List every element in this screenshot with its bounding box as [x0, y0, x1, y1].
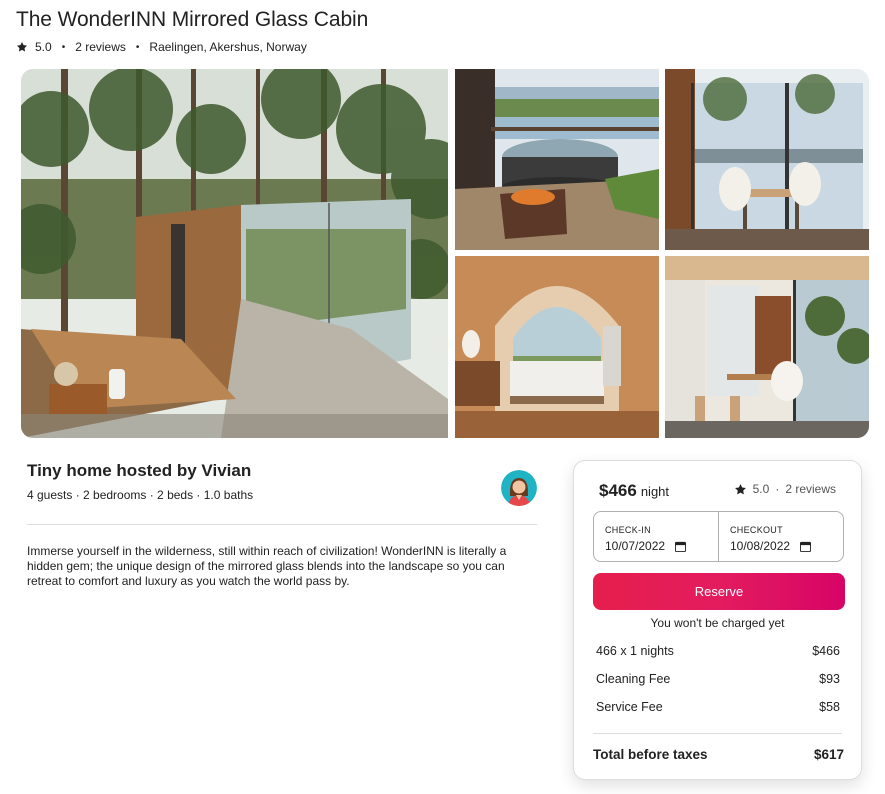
card-rating: 5.0 · 2 reviews	[734, 482, 836, 496]
photo-kitchen[interactable]	[665, 256, 869, 438]
checkin-label: CHECK-IN	[605, 525, 651, 535]
host-title: Tiny home hosted by Vivian	[27, 461, 252, 480]
price-amount: $466	[599, 481, 637, 500]
line-amount: $466	[812, 644, 840, 658]
separator-dot: ·	[775, 482, 780, 496]
total-row: Total before taxes $617	[593, 747, 844, 762]
nightly-price: $466 night	[599, 481, 669, 501]
separator-dot: •	[61, 41, 66, 53]
reserve-button[interactable]: Reserve	[593, 573, 845, 610]
date-picker: CHECK-IN 10/07/2022 CHECKOUT 10/08/2022	[593, 511, 844, 562]
checkout-value: 10/08/2022	[730, 539, 791, 553]
line-amount: $93	[819, 672, 840, 686]
separator-dot: •	[135, 41, 140, 53]
calendar-icon[interactable]	[800, 541, 812, 552]
listing-details: 4 guests · 2 bedrooms · 2 beds · 1.0 bat…	[27, 488, 254, 502]
price-line-cleaning-fee: Cleaning Fee $93	[596, 672, 840, 686]
photo-dining-area[interactable]	[665, 69, 869, 250]
price-line-nights: 466 x 1 nights $466	[596, 644, 840, 658]
calendar-icon[interactable]	[675, 541, 687, 552]
listing-description: Immerse yourself in the wilderness, stil…	[27, 544, 507, 588]
price-unit: night	[640, 484, 670, 499]
photo-cabin-exterior[interactable]	[21, 69, 448, 438]
line-label: Service Fee	[596, 700, 663, 714]
card-divider	[593, 733, 842, 734]
checkin-field[interactable]: CHECK-IN 10/07/2022	[594, 512, 718, 561]
checkout-label: CHECKOUT	[730, 525, 783, 535]
reviews-link[interactable]: 2 reviews	[75, 40, 126, 54]
line-label: Cleaning Fee	[596, 672, 671, 686]
total-label: Total before taxes	[593, 747, 708, 762]
line-label: 466 x 1 nights	[596, 644, 674, 658]
checkin-value: 10/07/2022	[605, 539, 666, 553]
listing-title: The WonderINN Mirrored Glass Cabin	[16, 8, 369, 31]
location-link[interactable]: Raelingen, Akershus, Norway	[149, 40, 306, 54]
total-amount: $617	[813, 747, 844, 762]
line-amount: $58	[819, 700, 840, 714]
star-icon	[734, 483, 746, 494]
card-reviews-link[interactable]: 2 reviews	[785, 482, 836, 496]
host-avatar[interactable]	[501, 470, 537, 506]
checkout-field[interactable]: CHECKOUT 10/08/2022	[718, 512, 843, 561]
checkin-value-row: 10/07/2022	[605, 539, 707, 553]
star-icon	[17, 42, 27, 52]
photo-hot-tub[interactable]	[455, 69, 659, 250]
checkout-value-row: 10/08/2022	[730, 539, 832, 553]
card-rating-value: 5.0	[752, 482, 770, 496]
listing-meta: 5.0 • 2 reviews • Raelingen, Akershus, N…	[16, 40, 307, 54]
listing-rating: 5.0	[35, 40, 52, 54]
section-divider	[27, 524, 537, 525]
photo-bedroom[interactable]	[455, 256, 659, 438]
no-charge-note: You won't be charged yet	[650, 616, 785, 630]
booking-card: $466 night 5.0 · 2 reviews CHECK-IN 10/0…	[573, 460, 862, 780]
price-line-service-fee: Service Fee $58	[596, 700, 840, 714]
photo-gallery	[21, 69, 869, 438]
